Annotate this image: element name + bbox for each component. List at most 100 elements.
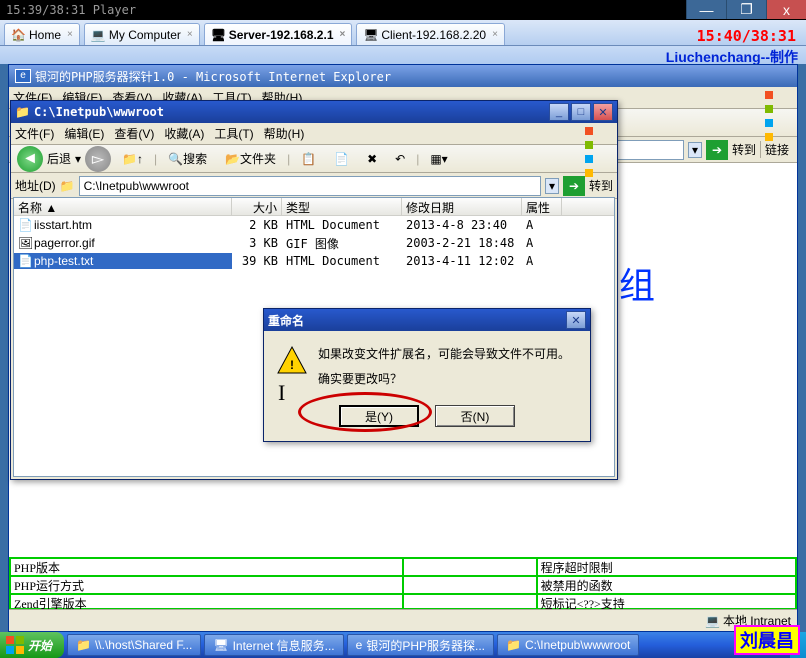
menu-file[interactable]: 文件(F): [15, 125, 54, 142]
file-name: iisstart.htm: [34, 218, 92, 232]
page-text-fragment: 组: [619, 257, 655, 309]
close-button[interactable]: ✕: [566, 311, 586, 329]
tab-label: My Computer: [109, 28, 181, 42]
up-button[interactable]: 📁↑: [115, 149, 150, 169]
php-info-table: PHP版本程序超时限制 PHP运行方式被禁用的函数 Zend引擎版本短标记<??…: [9, 557, 797, 609]
undo-icon[interactable]: ↶: [388, 149, 412, 169]
menu-help[interactable]: 帮助(H): [264, 125, 305, 142]
tab-label: Client-192.168.2.20: [381, 28, 486, 42]
file-row[interactable]: 🖼pagerror.gif 3 KB GIF 图像 2003-2-21 18:4…: [14, 234, 614, 252]
close-button[interactable]: ✕: [593, 103, 613, 121]
file-row[interactable]: 📄iisstart.htm 2 KB HTML Document 2013-4-…: [14, 216, 614, 234]
taskbar-item[interactable]: 📁\\.\host\Shared F...: [67, 634, 201, 656]
explorer-address-row: 地址(D) 📁 ▾ ➔ 转到: [11, 173, 617, 199]
dialog-line1: 如果改变文件扩展名，可能会导致文件不可用。: [318, 345, 570, 362]
go-button[interactable]: ➔: [706, 140, 728, 160]
views-icon[interactable]: ▦▾: [423, 149, 454, 169]
player-timestamp: 15:39/38:31 Player: [6, 3, 136, 17]
iis-icon: 🖥: [213, 638, 228, 652]
col-size[interactable]: 大小: [232, 198, 282, 215]
taskbar: 开始 📁\\.\host\Shared F... 🖥 Internet 信息服务.…: [0, 632, 806, 658]
cell: 被禁用的函数: [537, 576, 796, 594]
file-row[interactable]: 📄php-test.txt 39 KB HTML Document 2013-4…: [14, 252, 614, 270]
folder-icon: 📁: [15, 105, 30, 119]
col-type[interactable]: 类型: [282, 198, 402, 215]
no-button[interactable]: 否(N): [435, 405, 515, 427]
folders-button[interactable]: 📂 文件夹: [218, 147, 283, 170]
file-name: pagerror.gif: [34, 236, 95, 250]
taskbar-item[interactable]: 🖥 Internet 信息服务...: [204, 634, 343, 656]
start-button[interactable]: 开始: [0, 632, 64, 658]
col-name[interactable]: 名称 ▲: [14, 198, 232, 215]
minimize-button[interactable]: —: [686, 0, 726, 19]
column-headers: 名称 ▲ 大小 类型 修改日期 属性: [14, 198, 614, 216]
explorer-address-input[interactable]: [79, 176, 541, 196]
chevron-down-icon[interactable]: ▾: [75, 152, 81, 166]
dialog-buttons: 是(Y) 否(N): [264, 401, 590, 441]
maximize-button[interactable]: □: [571, 103, 591, 121]
ie-icon: e: [356, 638, 363, 652]
go-label[interactable]: 转到: [732, 141, 756, 158]
task-label: Internet 信息服务...: [233, 637, 335, 654]
ie-title-text: 银河的PHP服务器探针1.0 - Microsoft Internet Expl…: [35, 68, 391, 85]
ie-icon: e: [15, 69, 31, 83]
col-date[interactable]: 修改日期: [402, 198, 522, 215]
menu-view[interactable]: 查看(V): [114, 125, 154, 142]
menu-edit[interactable]: 编辑(E): [64, 125, 104, 142]
tab-close-icon[interactable]: ×: [187, 29, 193, 40]
move-to-icon[interactable]: 📋: [294, 149, 323, 169]
tab-server[interactable]: 🖥 Server-192.168.2.1 ×: [204, 23, 353, 45]
copy-to-icon[interactable]: 📄: [327, 149, 356, 169]
warning-icon: !: [276, 345, 308, 377]
task-label: 银河的PHP服务器探...: [366, 637, 485, 654]
cell: 程序超时限制: [537, 558, 796, 576]
author-line: Liuchenchang--制作: [0, 46, 806, 64]
server-icon: 🖥: [211, 28, 225, 42]
cell: PHP版本: [10, 558, 403, 576]
search-button[interactable]: 🔍 搜索: [161, 147, 214, 170]
back-button[interactable]: ◄: [17, 146, 43, 172]
clock-overlay: 15:40/38:31: [697, 27, 796, 45]
windows-logo-icon: [6, 636, 24, 654]
tab-client[interactable]: 🖥 Client-192.168.2.20 ×: [356, 23, 505, 45]
tab-mycomputer[interactable]: 💻 My Computer ×: [84, 23, 200, 45]
tab-home[interactable]: 🏠 Home ×: [4, 23, 80, 45]
file-date: 2013-4-11 12:02: [402, 253, 522, 269]
tab-close-icon[interactable]: ×: [340, 29, 346, 40]
explorer-titlebar[interactable]: 📁 C:\Inetpub\wwwroot _ □ ✕: [11, 101, 617, 123]
taskbar-item[interactable]: 📁C:\Inetpub\wwwroot: [497, 634, 639, 656]
ie-doc-icon: 📄: [18, 218, 32, 232]
cell: [403, 576, 537, 594]
tab-label: Server-192.168.2.1: [229, 28, 334, 42]
col-attr[interactable]: 属性: [522, 198, 562, 215]
ie-statusbar: 💻 本地 Intranet: [9, 609, 797, 631]
dialog-text: 如果改变文件扩展名，可能会导致文件不可用。 确实要更改吗？: [318, 345, 570, 387]
start-label: 开始: [28, 637, 52, 654]
minimize-button[interactable]: _: [549, 103, 569, 121]
file-size: 3 KB: [232, 235, 282, 251]
go-button[interactable]: ➔: [563, 176, 585, 196]
delete-icon[interactable]: ✖: [360, 149, 384, 169]
tab-close-icon[interactable]: ×: [67, 29, 73, 40]
file-type: HTML Document: [282, 217, 402, 233]
dialog-line2: 确实要更改吗？: [318, 370, 570, 387]
menu-fav[interactable]: 收藏(A): [164, 125, 204, 142]
file-attr: A: [522, 235, 562, 251]
yes-button[interactable]: 是(Y): [339, 405, 419, 427]
dialog-titlebar[interactable]: 重命名 ✕: [264, 309, 590, 331]
dropdown-icon[interactable]: ▾: [545, 178, 559, 194]
cell: 短标记<??>支持: [537, 594, 796, 609]
ie-titlebar: e 银河的PHP服务器探针1.0 - Microsoft Internet Ex…: [9, 65, 797, 87]
dropdown-icon[interactable]: ▾: [688, 142, 702, 158]
forward-button: ▻: [85, 146, 111, 172]
explorer-title: C:\Inetpub\wwwroot: [34, 105, 547, 119]
file-type: GIF 图像: [282, 234, 402, 253]
file-attr: A: [522, 217, 562, 233]
tab-close-icon[interactable]: ×: [492, 29, 498, 40]
taskbar-item[interactable]: e银河的PHP服务器探...: [347, 634, 494, 656]
back-label[interactable]: 后退: [47, 150, 71, 167]
maximize-button[interactable]: ❐: [726, 0, 766, 19]
menu-tools[interactable]: 工具(T): [214, 125, 253, 142]
file-size: 2 KB: [232, 217, 282, 233]
close-button[interactable]: x: [766, 0, 806, 19]
